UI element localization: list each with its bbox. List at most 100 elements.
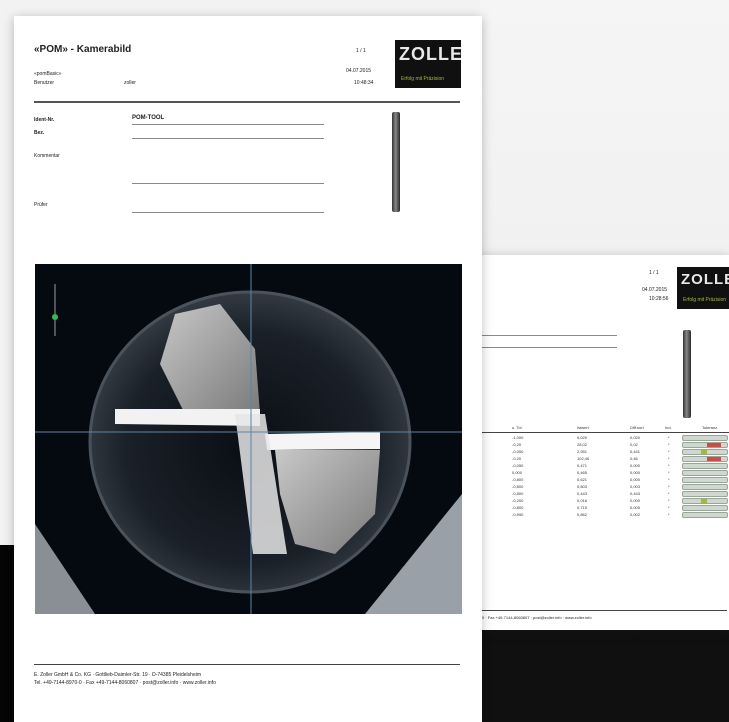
table-cell-ind: * — [668, 491, 670, 496]
report-page-front: «POM» - Kamerabild 1 / 1 «pomBasic» Benu… — [14, 16, 482, 722]
table-cell-utol: -1,000 — [512, 435, 524, 440]
report-time: 10:48:34 — [354, 80, 374, 86]
tolerance-marker — [707, 443, 721, 447]
table-row: -0,200 0,016 0,000 * — [482, 498, 729, 504]
table-cell-ist: 0,020 — [577, 435, 588, 440]
camera-image — [35, 264, 462, 614]
report-date: 04.07.2015 — [642, 287, 668, 293]
col-header-toleranz: Toleranz — [702, 425, 718, 430]
table-cell-ist: 2,951 — [577, 449, 588, 454]
tolerance-marker — [707, 457, 721, 461]
tolerance-bar — [682, 498, 728, 504]
footer-address: E. Zoller GmbH & Co. KG · Gottlieb-Daiml… — [34, 672, 201, 678]
table-cell-diff: 0,000 — [630, 470, 641, 475]
table-cell-ind: * — [668, 484, 670, 489]
table-cell-ist: 0,471 — [577, 463, 588, 468]
table-cell-diff: 0,443 — [630, 491, 641, 496]
zoller-logo: ZOLLER Erfolg mit Präzision — [395, 40, 461, 88]
user-label: Benutzer — [34, 80, 55, 86]
table-cell-ind: * — [668, 505, 670, 510]
report-subtitle: «pomBasic» — [34, 71, 62, 77]
table-row: -0,800 0,803 0,003 * — [482, 484, 729, 490]
table-row: -0,800 0,443 0,443 * — [482, 491, 729, 497]
table-cell-diff: 0,000 — [630, 463, 641, 468]
field-underline — [482, 347, 617, 348]
table-cell-ind: * — [668, 498, 670, 503]
table-row: -0,800 0,715 0,005 * — [482, 505, 729, 511]
table-row: -0,20 102,46 0,46 * — [482, 456, 729, 462]
table-cell-ist: 0,715 — [577, 505, 588, 510]
table-cell-ind: * — [668, 477, 670, 482]
field-underline — [132, 183, 324, 184]
table-cell-ind: * — [668, 470, 670, 475]
table-cell-diff: 0,005 — [630, 505, 641, 510]
report-page-back: 1 / 1 04.07.2015 10:28:56 ZOLLER Erfolg … — [472, 255, 729, 630]
field-value-ident: POM-TOOL — [132, 115, 165, 121]
tolerance-bar — [682, 449, 728, 455]
table-row: -0,050 2,951 0,441 * — [482, 449, 729, 455]
tolerance-bar — [682, 505, 728, 511]
tolerance-bar — [682, 435, 728, 441]
footer-rule — [34, 664, 460, 665]
drill-tool-image — [683, 330, 691, 418]
table-cell-ind: * — [668, 456, 670, 461]
table-cell-ist: 28,02 — [577, 442, 588, 447]
tolerance-bar — [682, 442, 728, 448]
table-cell-ist: 0,621 — [577, 477, 588, 482]
table-cell-ist: 0,862 — [577, 512, 588, 517]
table-cell-utol: -0,20 — [512, 442, 522, 447]
table-cell-diff: 0,441 — [630, 449, 641, 454]
table-cell-ind: * — [668, 512, 670, 517]
table-cell-utol: -0,800 — [512, 505, 524, 510]
table-cell-utol: -0,800 — [512, 491, 524, 496]
footer-rule — [482, 610, 727, 611]
table-cell-utol: -0,800 — [512, 477, 524, 482]
table-cell-utol: -0,800 — [512, 484, 524, 489]
report-time: 10:28:56 — [649, 296, 669, 302]
table-row: -1,000 0,020 0,020 * — [482, 435, 729, 441]
table-cell-diff: 0,020 — [630, 435, 641, 440]
focus-slider — [52, 314, 58, 320]
field-label-kommentar: Kommentar — [34, 153, 60, 159]
table-cell-ist: 102,46 — [577, 456, 590, 461]
user-value: zoller — [124, 80, 136, 86]
col-header-utol: u. Tol. — [512, 425, 523, 430]
table-row: -0,20 28,02 0,02 * — [482, 442, 729, 448]
field-underline — [132, 124, 324, 125]
tolerance-marker — [701, 499, 707, 503]
tolerance-bar — [682, 491, 728, 497]
field-label-pruefer: Prüfer — [34, 202, 48, 208]
tolerance-bar — [682, 463, 728, 469]
page-number: 1 / 1 — [649, 270, 659, 276]
table-cell-utol: -0,050 — [512, 449, 524, 454]
table-cell-ind: * — [668, 435, 670, 440]
table-row: 0,000 0,465 0,000 * — [482, 470, 729, 476]
table-cell-diff: 0,002 — [630, 512, 641, 517]
tolerance-marker — [701, 450, 707, 454]
table-cell-diff: 0,000 — [630, 498, 641, 503]
tolerance-bar — [682, 477, 728, 483]
field-underline — [132, 138, 324, 139]
tolerance-bar — [682, 512, 728, 518]
table-cell-ind: * — [668, 449, 670, 454]
table-cell-utol: -0,200 — [512, 498, 524, 503]
table-cell-utol: -0,20 — [512, 456, 522, 461]
footer-text: 0 · Fax +49-7144-8060807 · post@zoller.i… — [482, 615, 592, 620]
tolerance-bar — [682, 484, 728, 490]
col-header-istwert: Istwert — [577, 425, 589, 430]
drill-tool-image — [392, 112, 400, 212]
table-cell-diff: 0,003 — [630, 484, 641, 489]
zoller-logo: ZOLLER Erfolg mit Präzision — [677, 267, 729, 309]
table-cell-utol: -0,990 — [512, 512, 524, 517]
field-label-ident: Ident-Nr. — [34, 117, 55, 123]
page-number: 1 / 1 — [356, 48, 366, 54]
table-cell-diff: 0,02 — [630, 442, 638, 447]
table-cell-ist: 0,803 — [577, 484, 588, 489]
table-cell-diff: 0,46 — [630, 456, 638, 461]
table-row: -0,990 0,862 0,002 * — [482, 512, 729, 518]
table-cell-ind: * — [668, 463, 670, 468]
table-header-rule — [482, 432, 729, 433]
table-cell-ist: 0,016 — [577, 498, 588, 503]
table-cell-ind: * — [668, 442, 670, 447]
col-header-ind: Ind. — [665, 425, 672, 430]
